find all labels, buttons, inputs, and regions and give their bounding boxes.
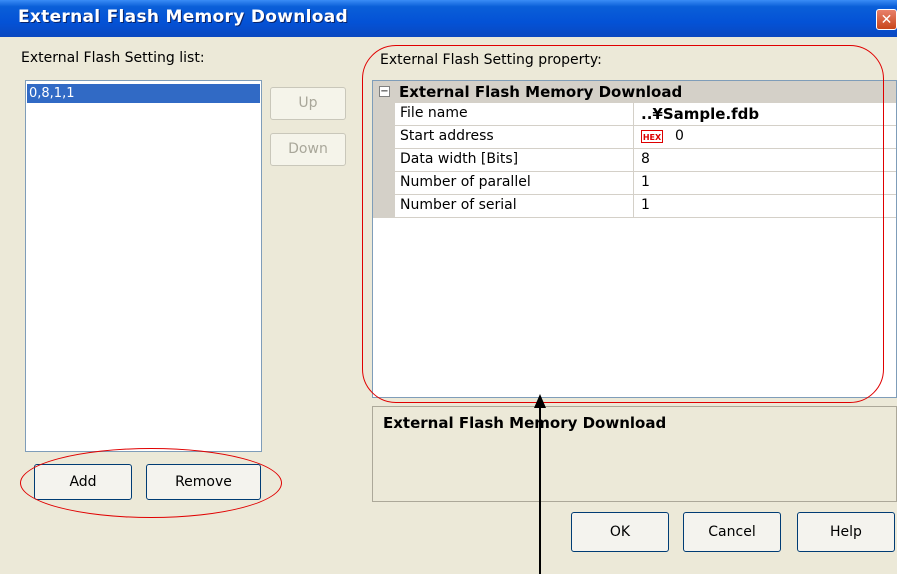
external-flash-dialog: External Flash Memory Download ✕ Externa… [0, 0, 897, 574]
column-separator [633, 103, 634, 126]
property-name: Data width [Bits] [400, 151, 519, 167]
property-value: 0 [675, 128, 684, 144]
close-icon: ✕ [880, 12, 893, 28]
column-separator [633, 126, 634, 149]
property-row-number-of-parallel[interactable]: Number of parallel 1 [395, 172, 896, 195]
title-bar[interactable]: External Flash Memory Download ✕ [0, 0, 897, 37]
property-name: File name [400, 105, 468, 121]
property-value[interactable]: 8 [641, 151, 650, 167]
remove-button[interactable]: Remove [146, 464, 261, 500]
setting-list-label-text: External Flash Setting list: [21, 50, 205, 66]
property-name: Number of serial [400, 197, 517, 213]
grid-gutter [373, 103, 395, 218]
property-row-data-width[interactable]: Data width [Bits] 8 [395, 149, 896, 172]
property-value[interactable]: 1 [641, 174, 650, 190]
down-button[interactable]: Down [270, 133, 346, 166]
window-title: External Flash Memory Download [18, 7, 348, 27]
description-title: External Flash Memory Download [383, 414, 667, 432]
property-value[interactable]: 1 [641, 197, 650, 213]
setting-listbox[interactable]: 0,8,1,1 [25, 80, 262, 452]
property-name: Number of parallel [400, 174, 531, 190]
setting-list-label: External Flash Setting list: [21, 50, 205, 66]
ok-button[interactable]: OK [571, 512, 669, 552]
up-button[interactable]: Up [270, 87, 346, 120]
list-item[interactable]: 0,8,1,1 [27, 84, 260, 103]
add-button[interactable]: Add [34, 464, 132, 500]
column-separator [633, 149, 634, 172]
category-row[interactable]: − External Flash Memory Download [373, 81, 896, 103]
column-separator [633, 195, 634, 218]
property-label: External Flash Setting property: [380, 52, 602, 68]
help-button[interactable]: Help [797, 512, 895, 552]
property-value[interactable]: ..¥Sample.fdb [641, 105, 759, 123]
property-row-file-name[interactable]: File name ..¥Sample.fdb [395, 103, 896, 126]
column-separator [633, 172, 634, 195]
property-grid: − External Flash Memory Download File na… [372, 80, 897, 398]
category-label: External Flash Memory Download [399, 83, 683, 101]
property-value-wrap[interactable]: HEX 0 [641, 128, 684, 144]
property-label-text: External Flash Setting property: [380, 52, 602, 68]
annotation-arrow-icon [534, 394, 546, 574]
property-row-start-address[interactable]: Start address HEX 0 [395, 126, 896, 149]
close-button[interactable]: ✕ [876, 9, 897, 30]
cancel-button[interactable]: Cancel [683, 512, 781, 552]
property-name: Start address [400, 128, 494, 144]
property-row-number-of-serial[interactable]: Number of serial 1 [395, 195, 896, 218]
description-panel: External Flash Memory Download [372, 406, 897, 502]
hex-badge-icon: HEX [641, 129, 663, 143]
collapse-icon[interactable]: − [379, 86, 390, 97]
